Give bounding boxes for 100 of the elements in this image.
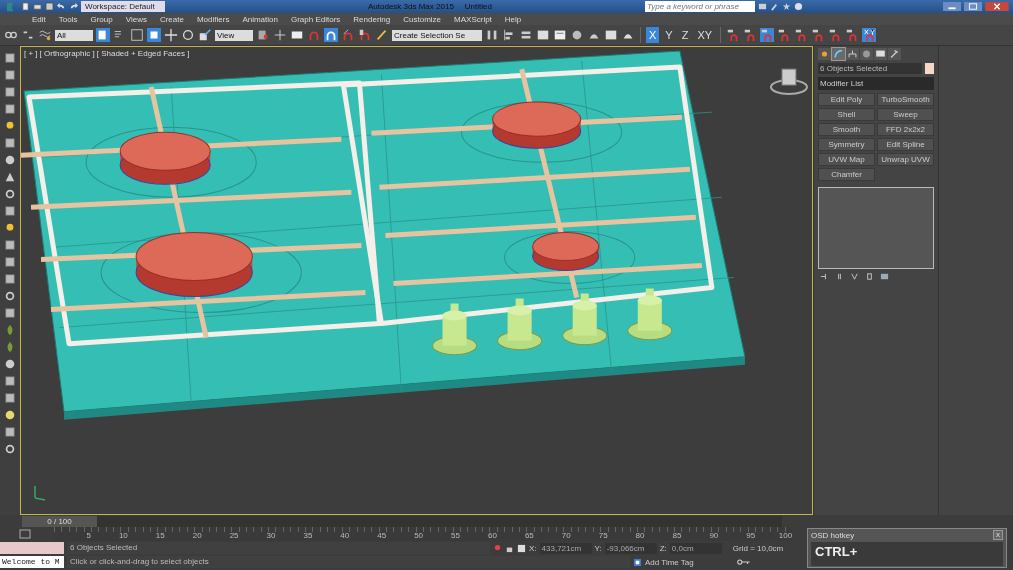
viewcube-icon[interactable] — [769, 68, 808, 96]
modifier-button[interactable]: Unwrap UVW — [877, 153, 934, 166]
modifier-button[interactable]: Sweep — [877, 108, 934, 121]
axis-constraint-button[interactable]: X — [646, 27, 660, 43]
scale-icon[interactable] — [198, 28, 212, 42]
mirror-icon[interactable] — [485, 28, 499, 42]
pause-icon[interactable] — [835, 272, 844, 281]
redo-icon[interactable] — [69, 2, 78, 11]
menu-item[interactable]: Views — [125, 14, 147, 24]
align-icon[interactable] — [502, 28, 516, 42]
named-selection-dropdown[interactable]: Create Selection Se — [392, 29, 482, 41]
new-file-icon[interactable] — [21, 2, 30, 11]
object-color-swatch[interactable] — [925, 63, 934, 74]
menu-item[interactable]: Edit — [32, 14, 46, 24]
hammer-icon[interactable] — [888, 48, 901, 60]
minimize-icon[interactable] — [943, 2, 961, 11]
viewport[interactable]: [ + ] [ Orthographic ] [ Shaded + Edged Faces ] — [20, 46, 813, 515]
cube-icon[interactable] — [4, 137, 16, 149]
mini-curve-icon[interactable] — [18, 529, 32, 539]
menu-item[interactable]: Rendering — [353, 14, 391, 24]
disc-icon[interactable] — [4, 358, 16, 370]
y-coordinate-field[interactable]: -93,066cm — [604, 542, 657, 554]
x-coordinate-field[interactable]: 433,721cm — [539, 542, 592, 554]
modifier-button[interactable]: TurboSmooth — [877, 93, 934, 106]
timeline-ruler[interactable]: 5 10 15 20 25 30 35 40 45 50 55 60 65 70 75 80 85 90 95 100 — [54, 527, 792, 541]
menu-item[interactable]: Create — [159, 14, 184, 24]
rotate-icon[interactable] — [181, 28, 195, 42]
menu-item[interactable]: MAXScript — [454, 14, 492, 24]
xy-snap-icon[interactable] — [862, 28, 877, 42]
clock-icon[interactable] — [860, 48, 873, 60]
monitor-icon[interactable] — [874, 48, 887, 60]
reference-coordinate-dropdown[interactable]: View — [215, 29, 253, 41]
rectangle-select-icon[interactable] — [130, 28, 144, 42]
search-field[interactable]: Type a keyword or phrase — [644, 1, 755, 12]
window-crossing-icon[interactable] — [147, 28, 161, 42]
viewport-label[interactable]: [ + ] — [24, 49, 38, 58]
modifier-list-dropdown[interactable]: Modifier List — [818, 77, 934, 90]
modifier-button[interactable]: Edit Spline — [877, 138, 934, 151]
cone-icon[interactable] — [4, 171, 16, 183]
open-folder-icon[interactable] — [33, 2, 42, 11]
close-button[interactable]: x — [993, 530, 1003, 540]
sphere-icon[interactable] — [4, 154, 16, 166]
modifier-button[interactable]: UVW Map — [818, 153, 875, 166]
maximize-icon[interactable] — [964, 2, 982, 11]
undo-icon[interactable] — [57, 2, 66, 11]
frame-number: 95 — [745, 530, 756, 541]
close-icon[interactable] — [985, 2, 1009, 11]
box-icon[interactable] — [4, 256, 16, 268]
modifier-button[interactable]: Shell — [818, 108, 875, 121]
angle-snap-icon[interactable] — [324, 28, 338, 42]
torus-icon[interactable] — [4, 188, 16, 200]
pin-icon[interactable] — [820, 272, 829, 281]
time-tag-icon[interactable] — [633, 557, 642, 567]
listener-input-field[interactable]: Welcome to M — [0, 556, 64, 568]
z-coordinate-field[interactable]: 0,0cm — [669, 542, 722, 554]
sun-icon[interactable] — [818, 48, 831, 60]
modifier-button[interactable]: FFD 2x2x2 — [877, 123, 934, 136]
viewport-label[interactable]: [ Shaded + Edged Faces ] — [96, 49, 190, 58]
key-icon[interactable] — [736, 558, 751, 566]
leaf-icon[interactable] — [4, 324, 16, 336]
axis-constraint-button[interactable]: XY — [694, 27, 716, 43]
move-icon[interactable] — [164, 28, 178, 42]
select-object-icon[interactable] — [96, 28, 110, 42]
object-name-field[interactable]: 6 Objects Selected — [818, 63, 922, 74]
curve-icon[interactable] — [832, 48, 845, 60]
ring-icon[interactable] — [4, 290, 16, 302]
add-time-tag-text[interactable]: Add Time Tag — [645, 557, 694, 567]
sphere-icon[interactable] — [4, 409, 16, 421]
snap-magnet-icon[interactable] — [760, 28, 775, 42]
schematic-icon[interactable] — [553, 28, 567, 42]
ring-icon[interactable] — [4, 443, 16, 455]
star-icon[interactable] — [781, 2, 791, 11]
hierarchy-icon[interactable] — [846, 48, 859, 60]
wrench-icon[interactable] — [769, 2, 779, 11]
material-editor-icon[interactable] — [570, 28, 584, 42]
spinner-snap-icon[interactable] — [358, 28, 372, 42]
help-icon[interactable] — [793, 2, 803, 11]
modifier-button[interactable]: Edit Poly — [818, 93, 875, 106]
cube-icon[interactable] — [4, 392, 16, 404]
menu-item[interactable]: Help — [504, 14, 522, 24]
pivot-icon[interactable] — [256, 28, 270, 42]
axis-constraint-button[interactable]: Z — [678, 27, 692, 43]
modifier-button[interactable]: Symmetry — [818, 138, 875, 151]
book-icon[interactable] — [757, 2, 767, 11]
workspace-dropdown[interactable]: Workspace: Default — [81, 1, 165, 12]
menu-item[interactable]: Customize — [403, 14, 442, 24]
time-slider-thumb[interactable]: 0 / 100 — [22, 515, 97, 527]
menu-item[interactable]: Group — [90, 14, 113, 24]
menu-item[interactable]: Graph Editors — [290, 14, 341, 24]
save-icon[interactable] — [45, 2, 54, 11]
viewport-label[interactable]: [ Orthographic ] — [39, 49, 95, 58]
pencil-icon[interactable] — [375, 28, 389, 42]
modifier-stack-list[interactable] — [818, 187, 934, 269]
axis-constraint-button[interactable]: Y — [662, 27, 676, 43]
menu-item[interactable]: Animation — [242, 14, 278, 24]
modifier-button[interactable]: Smooth — [818, 123, 875, 136]
selection-filter-dropdown[interactable]: All — [55, 29, 93, 41]
modifier-button[interactable]: Chamfer — [818, 168, 875, 181]
menu-item[interactable]: Modifiers — [196, 14, 230, 24]
menu-item[interactable]: Tools — [58, 14, 78, 24]
